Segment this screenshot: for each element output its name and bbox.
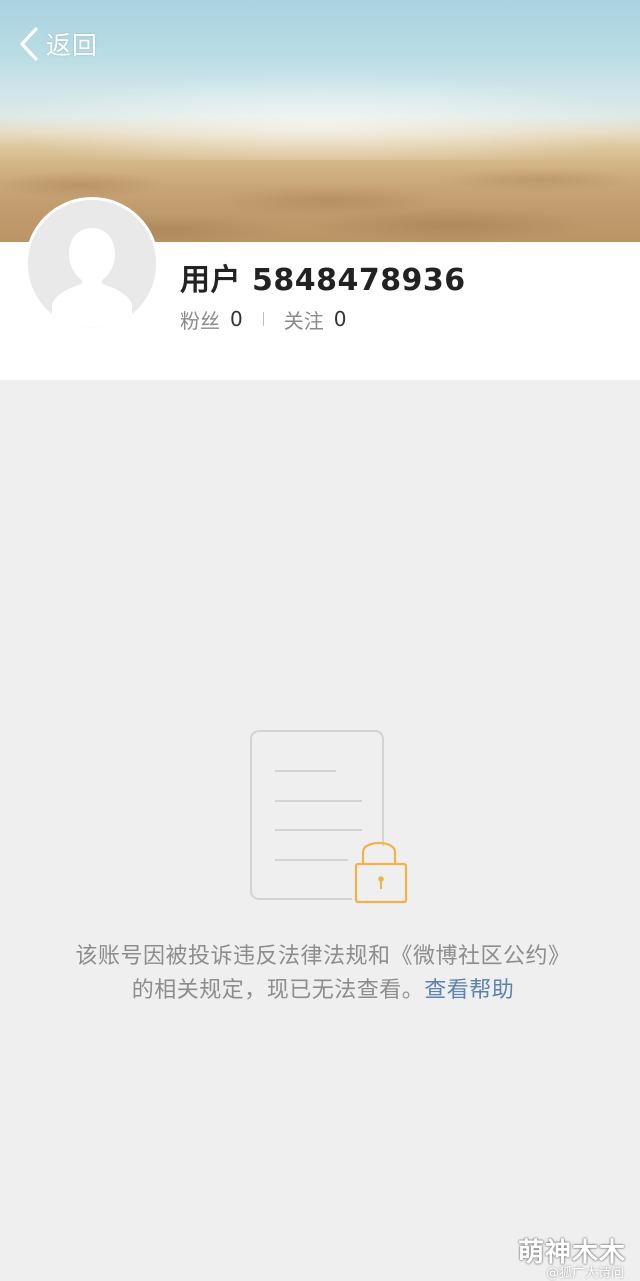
following-count[interactable]: 0 — [334, 307, 347, 331]
followers-count[interactable]: 0 — [230, 307, 243, 331]
followers-label[interactable]: 粉丝 — [180, 305, 220, 334]
avatar[interactable] — [25, 197, 159, 331]
default-avatar-icon — [28, 200, 156, 328]
following-label[interactable]: 关注 — [284, 305, 324, 334]
back-label: 返回 — [46, 31, 99, 60]
profile-stats: 粉丝 0 关注 0 — [180, 305, 346, 333]
locked-document-icon — [248, 728, 412, 908]
back-button[interactable]: 返回 — [18, 24, 98, 64]
help-link[interactable]: 查看帮助 — [424, 978, 514, 1003]
username: 用户 5848478936 — [180, 263, 466, 298]
blocked-notice: 该账号因被投诉违反法律法规和《微博社区公约》的相关规定，现已无法查看。查看帮助 — [70, 940, 576, 1008]
chevron-left-icon — [18, 26, 40, 62]
watermark: 萌神木木 @狐广大诗问 — [512, 1232, 632, 1281]
stats-divider — [262, 312, 264, 326]
watermark-subtext: @狐广大诗问 — [545, 1266, 624, 1281]
